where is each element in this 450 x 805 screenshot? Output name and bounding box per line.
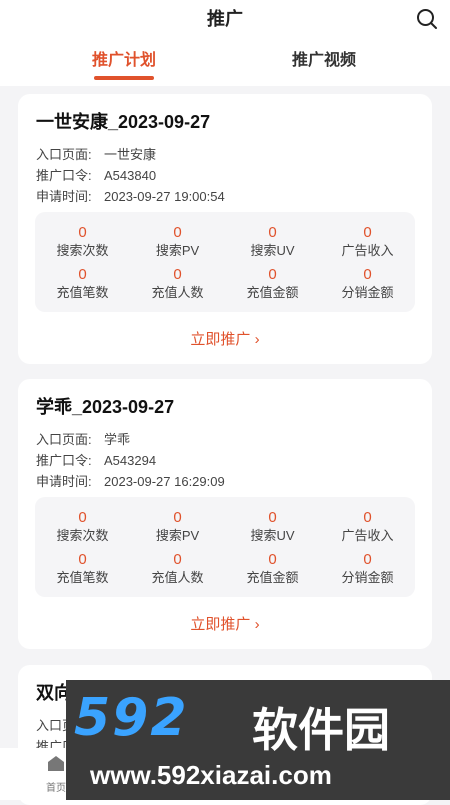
stat-label: 充值金额 [246, 570, 299, 585]
stat-label: 广告收入 [341, 528, 394, 543]
promote-now-button[interactable]: 立即推广 › [18, 328, 432, 349]
promo-code-row: 推广口令: A543294 [36, 450, 156, 469]
stat-value: 0 [363, 224, 372, 241]
stat-ad-revenue: 0 广告收入 [320, 225, 415, 260]
entry-page-row: 入口页面: 一世安康 [36, 144, 156, 163]
stat-search-uv: 0 搜索UV [225, 225, 320, 260]
entry-page-value: 一世安康 [104, 147, 157, 162]
stat-distribution-amount: 0 分销金额 [320, 552, 415, 587]
stat-distribution-amount: 0 分销金额 [320, 267, 415, 302]
tab-bar: 推广计划 推广视频 [0, 46, 450, 82]
apply-time-label: 申请时间: [36, 474, 92, 489]
stat-value: 0 [363, 509, 372, 526]
card-title: 一世安康_2023-09-27 [36, 112, 211, 132]
promotion-card: 一世安康_2023-09-27 入口页面: 一世安康 推广口令: A543840 申… [18, 94, 432, 364]
stat-label: 充值笔数 [56, 570, 109, 585]
stats-panel: 0 搜索次数 0 搜索PV 0 搜索UV 0 广告收入 0 充值笔数 0 充值人数 0 充值金… [35, 497, 415, 597]
apply-time-label: 申请时间: [36, 189, 92, 204]
tab-promotion-plan[interactable]: 推广计划 [49, 46, 199, 76]
entry-page-row: 入口页面: 学乖 [36, 429, 130, 448]
card-title: 学乖_2023-09-27 [36, 397, 175, 417]
app-header: 推广 推广计划 推广视频 [0, 0, 450, 86]
watermark-logo: 592 软件园 www.592xiazai.com [66, 680, 450, 800]
watermark-brand: 软件园 [252, 704, 390, 756]
apply-time-value: 2023-09-27 19:00:54 [104, 189, 225, 204]
stat-label: 搜索次数 [56, 528, 109, 543]
stat-search-pv: 0 搜索PV [130, 225, 225, 260]
stat-value: 0 [173, 266, 182, 283]
stat-label: 充值人数 [151, 285, 204, 300]
stat-label: 搜索PV [155, 528, 200, 543]
promo-code-value: A543294 [104, 453, 157, 468]
stat-recharge-amount: 0 充值金额 [225, 552, 320, 587]
active-tab-indicator [94, 76, 154, 80]
stat-search-uv: 0 搜索UV [225, 510, 320, 545]
entry-page-label: 入口页面: [36, 147, 92, 162]
promote-now-button[interactable]: 立即推广 › [18, 613, 432, 634]
apply-time-row: 申请时间: 2023-09-27 16:29:09 [36, 471, 225, 490]
stat-ad-revenue: 0 广告收入 [320, 510, 415, 545]
search-icon[interactable] [416, 8, 438, 30]
stat-value: 0 [78, 224, 87, 241]
promo-code-label: 推广口令: [36, 453, 92, 468]
apply-time-row: 申请时间: 2023-09-27 19:00:54 [36, 186, 225, 205]
entry-page-value: 学乖 [104, 432, 131, 447]
page-title: 推广 [207, 9, 243, 29]
stat-label: 充值人数 [151, 570, 204, 585]
promo-code-value: A543840 [104, 168, 157, 183]
stats-panel: 0 搜索次数 0 搜索PV 0 搜索UV 0 广告收入 0 充值笔数 0 充值人数 0 充值金… [35, 212, 415, 312]
entry-page-label: 入口页面: [36, 432, 92, 447]
stat-recharge-users: 0 充值人数 [130, 552, 225, 587]
stat-value: 0 [268, 551, 277, 568]
stat-search-count: 0 搜索次数 [35, 225, 130, 260]
stat-label: 分销金额 [341, 285, 394, 300]
stat-value: 0 [268, 509, 277, 526]
stat-label: 广告收入 [341, 243, 394, 258]
stat-value: 0 [78, 266, 87, 283]
stat-value: 0 [173, 509, 182, 526]
stat-recharge-amount: 0 充值金额 [225, 267, 320, 302]
promotion-card: 学乖_2023-09-27 入口页面: 学乖 推广口令: A543294 申请时间:… [18, 379, 432, 649]
stat-recharge-users: 0 充值人数 [130, 267, 225, 302]
promo-code-row: 推广口令: A543840 [36, 165, 156, 184]
stat-value: 0 [173, 551, 182, 568]
stat-value: 0 [363, 266, 372, 283]
stat-value: 0 [78, 509, 87, 526]
stat-value: 0 [363, 551, 372, 568]
watermark-number: 592 [74, 688, 189, 748]
stat-label: 搜索PV [155, 243, 200, 258]
home-icon [48, 756, 64, 771]
stat-label: 分销金额 [341, 570, 394, 585]
stat-recharge-count: 0 充值笔数 [35, 552, 130, 587]
stat-label: 搜索次数 [56, 243, 109, 258]
stat-value: 0 [268, 266, 277, 283]
stat-search-count: 0 搜索次数 [35, 510, 130, 545]
watermark-url: www.592xiazai.com [90, 760, 332, 790]
tab-promotion-video[interactable]: 推广视频 [249, 46, 399, 76]
stat-label: 充值金额 [246, 285, 299, 300]
promo-code-label: 推广口令: [36, 168, 92, 183]
stat-search-pv: 0 搜索PV [130, 510, 225, 545]
stat-recharge-count: 0 充值笔数 [35, 267, 130, 302]
stat-value: 0 [173, 224, 182, 241]
stat-label: 搜索UV [250, 243, 295, 258]
apply-time-value: 2023-09-27 16:29:09 [104, 474, 225, 489]
stat-value: 0 [268, 224, 277, 241]
stat-label: 搜索UV [250, 528, 295, 543]
stat-value: 0 [78, 551, 87, 568]
stat-label: 充值笔数 [56, 285, 109, 300]
